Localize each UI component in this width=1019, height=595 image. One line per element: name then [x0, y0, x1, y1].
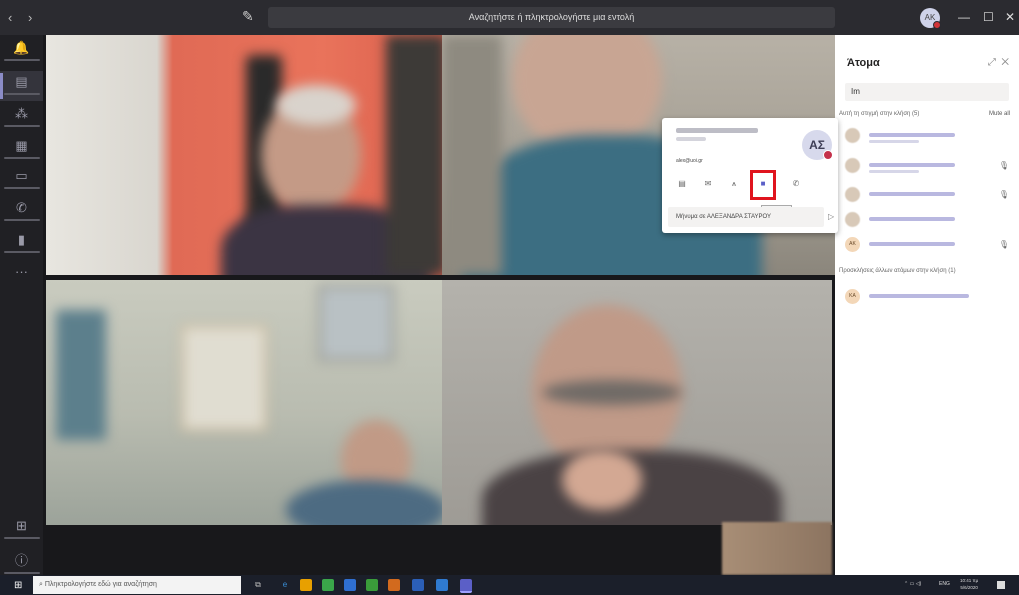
calendar-icon: ▭ — [15, 168, 28, 183]
rail-calls[interactable]: ✆ — [0, 197, 43, 227]
bell-icon: 🔔 — [13, 40, 30, 55]
rail-calendar[interactable]: ▭ — [0, 165, 43, 195]
rail-teams[interactable]: ⁂ — [0, 103, 43, 133]
participant-row[interactable]: AK 🎙 — [845, 233, 1013, 257]
close-panel-icon[interactable]: ✕ — [1001, 57, 1009, 68]
video-call-highlight — [750, 170, 776, 200]
rail-assignments[interactable]: ▦ — [0, 135, 43, 165]
rail-chat[interactable]: ▤ — [0, 71, 43, 101]
teams-icon: ⁂ — [15, 106, 28, 121]
self-view-video[interactable] — [722, 522, 832, 575]
command-search-input[interactable]: Αναζητήστε ή πληκτρολογήστε μια εντολή — [268, 7, 835, 28]
avatar — [845, 187, 860, 202]
profile-avatar[interactable]: AK — [920, 8, 941, 29]
more-icon: ··· — [15, 264, 28, 279]
contact-avatar: ΑΣ — [802, 130, 833, 160]
rail-activity[interactable]: 🔔 — [0, 37, 43, 67]
compose-icon[interactable]: ✎ — [242, 8, 260, 26]
apps-icon: ⊞ — [16, 518, 27, 533]
people-panel: Άτομα ⤢ ✕ Im Αυτή τη στιγμή στην κλήση (… — [835, 35, 1019, 575]
video-tile-1[interactable] — [46, 35, 442, 275]
panel-header-icons: ⤢ ✕ — [988, 57, 1009, 68]
avatar: AK — [845, 237, 860, 252]
email-icon[interactable]: ✉ — [702, 178, 714, 190]
start-button[interactable]: ⊞ — [14, 580, 22, 591]
calls-icon: ✆ — [16, 200, 27, 215]
mic-off-icon: 🎙 — [998, 190, 1009, 199]
avatar — [845, 128, 860, 143]
mic-off-icon: 🎙 — [998, 161, 1009, 170]
mute-all-button[interactable]: Mute all — [989, 111, 1010, 117]
chat-icon[interactable]: ▤ — [676, 178, 688, 190]
notification-icon[interactable] — [997, 581, 1005, 589]
in-call-section-header[interactable]: Αυτή τη στιγμή στην κλήση (5) Mute all — [839, 111, 1010, 117]
contact-name — [676, 128, 758, 133]
windows-taskbar: ⊞ ⌕ Πληκτρολογήστε εδώ για αναζήτηση ⧉ e… — [0, 575, 1019, 595]
video-tile-3[interactable] — [46, 280, 442, 525]
contact-email[interactable]: alex@uoi.gr — [676, 158, 703, 164]
app-rail: 🔔 ▤ ⁂ ▦ ▭ ✆ ▮ ··· ⊞ ⓘ — [0, 35, 43, 575]
popout-icon[interactable]: ⤢ — [988, 57, 996, 68]
app-icon[interactable] — [344, 579, 356, 591]
rail-files[interactable]: ▮ — [0, 229, 43, 259]
chat-icon: ▤ — [15, 74, 28, 89]
powerpoint-icon[interactable] — [388, 579, 400, 591]
app-icon[interactable] — [322, 579, 334, 591]
language-indicator[interactable]: ENG — [939, 581, 950, 587]
title-bar: ‹ › ✎ Αναζητήστε ή πληκτρολογήστε μια εν… — [0, 0, 1019, 35]
avatar — [845, 158, 860, 173]
invited-section-header[interactable]: Προσκλήσεις άλλων ατόμων στην κλήση (1) — [839, 268, 956, 274]
app-icon[interactable] — [366, 579, 378, 591]
participant-row[interactable] — [845, 124, 1013, 148]
contact-card: alex@uoi.gr ΑΣ ▤ ✉ ⩚ ■ ✆ Κλήση βίντεο Μή… — [662, 118, 838, 233]
back-forward-buttons[interactable]: ‹ › — [8, 10, 38, 25]
rail-more[interactable]: ··· — [0, 261, 43, 291]
rail-apps[interactable]: ⊞ — [0, 515, 43, 545]
participant-row[interactable]: 🎙 — [845, 183, 1013, 207]
participant-row[interactable]: KA — [845, 285, 1013, 309]
maximize-button[interactable]: ☐ — [983, 10, 994, 24]
audio-call-icon[interactable]: ✆ — [790, 178, 802, 190]
avatar — [845, 212, 860, 227]
video-tile-4[interactable] — [442, 280, 832, 525]
assignments-icon: ▦ — [15, 138, 28, 153]
participant-row[interactable] — [845, 208, 1013, 232]
teams-taskbar-icon[interactable] — [460, 579, 472, 593]
mic-off-icon: 🎙 — [998, 240, 1009, 249]
rail-help[interactable]: ⓘ — [0, 547, 43, 577]
avatar: KA — [845, 289, 860, 304]
participant-row[interactable]: 🎙 — [845, 154, 1013, 178]
edge-icon[interactable]: e — [279, 579, 291, 591]
send-icon[interactable]: ▷ — [828, 212, 834, 221]
contact-role — [676, 137, 706, 141]
taskbar-clock[interactable]: 10:41 πμ 5/6/2020 — [960, 577, 978, 591]
store-icon[interactable] — [300, 579, 312, 591]
outlook-icon[interactable] — [436, 579, 448, 591]
people-search-input[interactable]: Im — [845, 83, 1009, 101]
word-icon[interactable] — [412, 579, 424, 591]
org-chart-icon[interactable]: ⩚ — [728, 178, 740, 190]
close-button[interactable]: ✕ — [1005, 10, 1015, 24]
files-icon: ▮ — [17, 232, 26, 247]
minimize-button[interactable]: — — [958, 10, 970, 24]
panel-title: Άτομα — [847, 57, 880, 69]
help-icon: ⓘ — [14, 553, 28, 568]
tray-icons[interactable]: ⌃ ▭ ◁) — [904, 581, 921, 587]
task-view-icon[interactable]: ⧉ — [252, 579, 264, 591]
taskbar-search-input[interactable]: ⌕ Πληκτρολογήστε εδώ για αναζήτηση — [33, 576, 241, 594]
message-input[interactable]: Μήνυμα σε ΑΛΕΞΑΝΔΡΑ ΣΤΑΥΡΟΥ — [668, 207, 824, 227]
